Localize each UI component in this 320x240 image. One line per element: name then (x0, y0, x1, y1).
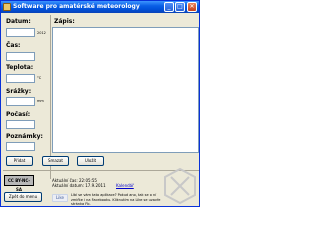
vertical-divider (50, 15, 51, 179)
facebook-message: Líbí se vám tato aplikace? Pokud ano, ta… (71, 193, 161, 206)
pocasi-label: Počasí: (6, 111, 31, 118)
srazky-label: Srážky: (6, 88, 32, 95)
teplota-label: Teplota: (6, 64, 34, 71)
datum-field[interactable] (6, 28, 35, 37)
teplota-field[interactable] (6, 74, 35, 83)
title-bar[interactable]: Software pro amatérské meteorology _ □ ✕ (1, 1, 199, 13)
license-badge[interactable]: CC BY-NC-SA (4, 175, 34, 192)
calendar-link[interactable]: Kalendář (116, 183, 134, 188)
save-button[interactable]: Uložit (77, 156, 104, 166)
info-block: Aktuální čas: 22:05:55 Aktuální datum: 1… (52, 178, 106, 188)
back-to-menu-button[interactable]: Zpět do menu (4, 192, 42, 202)
poznamky-label: Poznámky: (6, 133, 43, 140)
poznamky-field[interactable] (6, 142, 35, 151)
watermark-logo-icon (164, 167, 196, 205)
datum-label: Datum: (6, 18, 31, 25)
add-button[interactable]: Přidat (6, 156, 33, 166)
notes-textarea[interactable] (52, 27, 199, 153)
cas-field[interactable] (6, 52, 35, 61)
app-icon (3, 3, 11, 11)
current-date-value: 17.9.2011 (85, 183, 106, 188)
srazky-unit: mm (37, 99, 44, 103)
cas-label: Čas: (6, 42, 21, 49)
minimize-button[interactable]: _ (164, 2, 174, 12)
facebook-like-button[interactable]: Like (52, 194, 68, 202)
teplota-unit: °C (37, 76, 42, 80)
srazky-field[interactable] (6, 97, 35, 106)
app-window: Software pro amatérské meteorology _ □ ✕… (0, 0, 200, 207)
delete-button[interactable]: Smazat (42, 156, 69, 166)
window-title: Software pro amatérské meteorology (13, 3, 140, 10)
close-button[interactable]: ✕ (187, 2, 197, 12)
current-date-label: Aktuální datum: (52, 183, 84, 188)
zapis-label: Zápis: (54, 18, 75, 25)
maximize-button[interactable]: □ (175, 2, 185, 12)
pocasi-field[interactable] (6, 120, 35, 129)
datum-year: 2012 (37, 31, 46, 35)
